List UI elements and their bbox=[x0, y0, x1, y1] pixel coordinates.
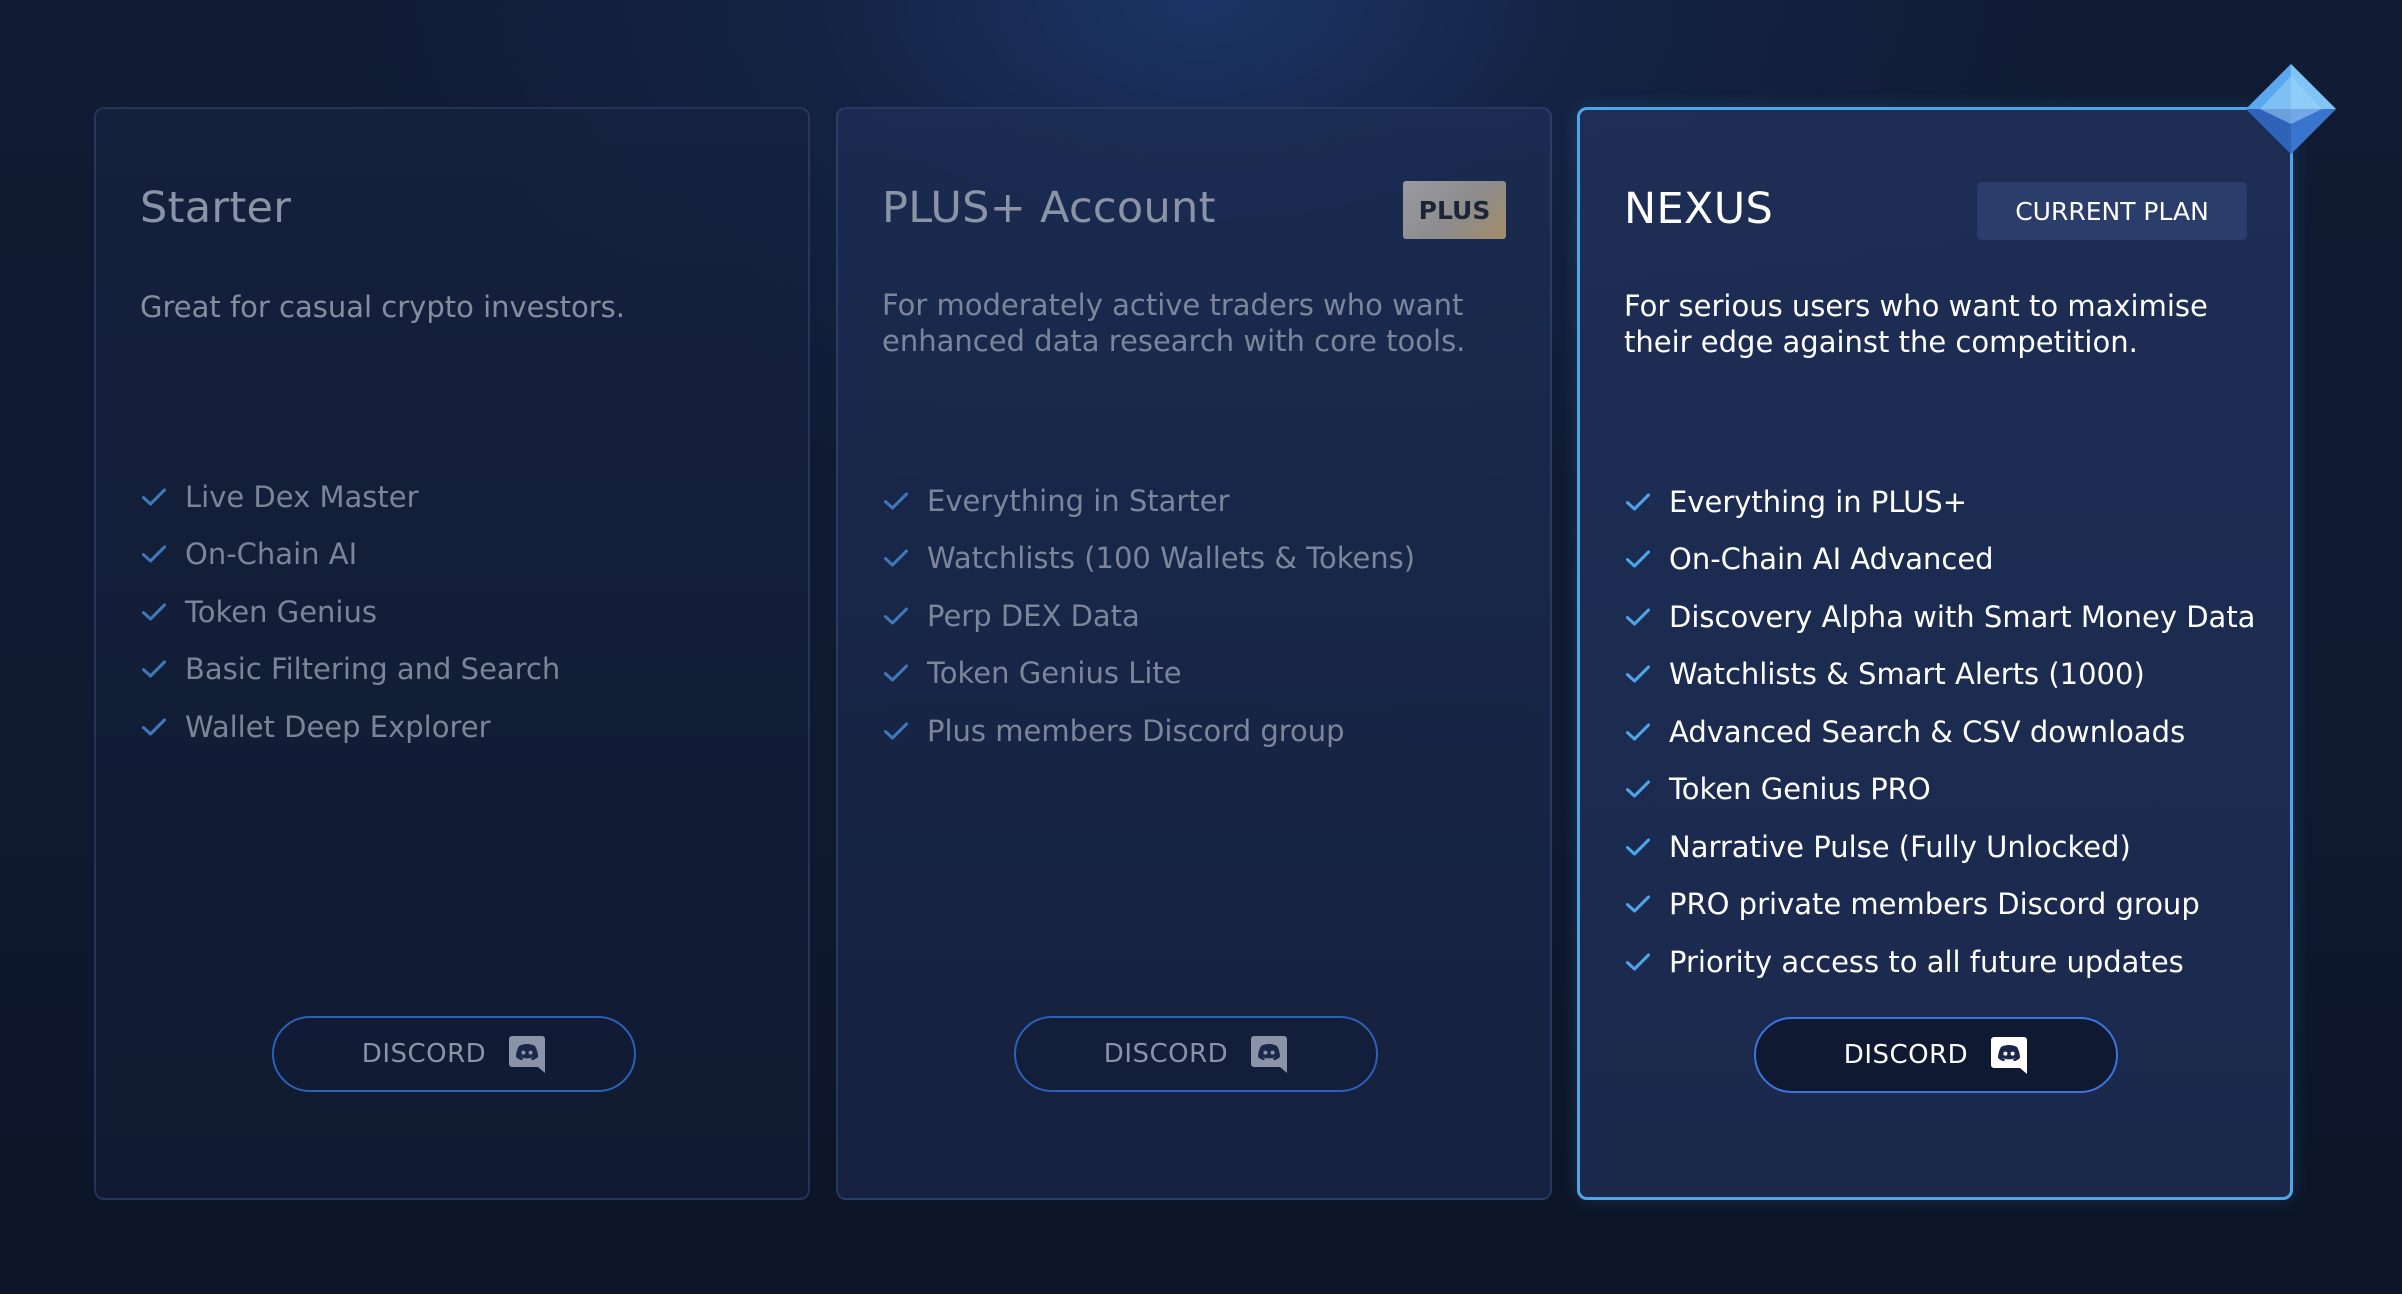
feature-item: On-Chain AI bbox=[140, 526, 560, 584]
feature-item: Advanced Search & CSV downloads bbox=[1624, 703, 2255, 761]
plan-card-plus: PLUS+ Account PLUS For moderately active… bbox=[836, 107, 1552, 1200]
feature-item: Token Genius PRO bbox=[1624, 761, 2255, 819]
check-icon bbox=[1625, 723, 1651, 741]
feature-label: Priority access to all future updates bbox=[1669, 944, 2184, 979]
feature-label: On-Chain AI bbox=[185, 537, 358, 572]
discord-button[interactable]: DISCORD bbox=[272, 1016, 636, 1092]
feature-item: Plus members Discord group bbox=[882, 702, 1415, 760]
feature-label: Narrative Pulse (Fully Unlocked) bbox=[1669, 829, 2131, 864]
discord-button[interactable]: DISCORD bbox=[1754, 1017, 2118, 1093]
feature-item: Live Dex Master bbox=[140, 468, 560, 526]
plan-card-starter: Starter Great for casual crypto investor… bbox=[94, 107, 810, 1200]
check-icon bbox=[883, 549, 909, 567]
check-icon bbox=[1625, 895, 1651, 913]
plan-title: Starter bbox=[140, 183, 292, 233]
discord-button-label: DISCORD bbox=[1843, 1040, 1969, 1070]
diamond-gem-icon bbox=[2246, 64, 2336, 154]
check-icon bbox=[1625, 550, 1651, 568]
check-icon bbox=[141, 718, 167, 736]
feature-label: Plus members Discord group bbox=[927, 713, 1345, 748]
plus-badge: PLUS bbox=[1403, 181, 1506, 239]
plan-title: PLUS+ Account bbox=[882, 183, 1216, 233]
feature-list: Live Dex Master On-Chain AI Token Genius… bbox=[140, 468, 560, 756]
feature-label: Watchlists & Smart Alerts (1000) bbox=[1669, 657, 2145, 692]
check-icon bbox=[883, 607, 909, 625]
feature-item: Everything in PLUS+ bbox=[1624, 473, 2255, 531]
plan-description: Great for casual crypto investors. bbox=[140, 290, 625, 324]
check-icon bbox=[1625, 780, 1651, 798]
check-icon bbox=[1625, 493, 1651, 511]
feature-item: On-Chain AI Advanced bbox=[1624, 531, 2255, 589]
feature-label: Wallet Deep Explorer bbox=[185, 709, 491, 744]
feature-label: Token Genius PRO bbox=[1669, 772, 1931, 807]
feature-item: Wallet Deep Explorer bbox=[140, 698, 560, 756]
feature-label: Everything in Starter bbox=[927, 483, 1230, 518]
feature-list: Everything in PLUS+ On-Chain AI Advanced… bbox=[1624, 473, 2255, 991]
check-icon bbox=[883, 492, 909, 510]
check-icon bbox=[141, 488, 167, 506]
feature-item: Watchlists (100 Wallets & Tokens) bbox=[882, 530, 1415, 588]
discord-icon bbox=[509, 1036, 546, 1073]
check-icon bbox=[141, 603, 167, 621]
feature-label: Token Genius bbox=[185, 594, 377, 629]
feature-label: Watchlists (100 Wallets & Tokens) bbox=[927, 541, 1416, 576]
discord-icon bbox=[1251, 1036, 1288, 1073]
feature-label: Token Genius Lite bbox=[927, 656, 1182, 691]
feature-item: Watchlists & Smart Alerts (1000) bbox=[1624, 646, 2255, 704]
check-icon bbox=[141, 660, 167, 678]
feature-item: Discovery Alpha with Smart Money Data bbox=[1624, 588, 2255, 646]
feature-item: Perp DEX Data bbox=[882, 587, 1415, 645]
plan-description: For moderately active traders who want e… bbox=[882, 288, 1466, 358]
feature-label: Perp DEX Data bbox=[927, 598, 1140, 633]
discord-button[interactable]: DISCORD bbox=[1014, 1016, 1378, 1092]
discord-button-label: DISCORD bbox=[361, 1039, 487, 1069]
feature-label: Everything in PLUS+ bbox=[1669, 484, 1968, 519]
check-icon bbox=[883, 664, 909, 682]
check-icon bbox=[1625, 665, 1651, 683]
check-icon bbox=[1625, 953, 1651, 971]
check-icon bbox=[1625, 838, 1651, 856]
plan-card-nexus: NEXUS CURRENT PLAN For serious users who… bbox=[1577, 107, 2293, 1200]
discord-icon bbox=[1991, 1037, 2028, 1074]
check-icon bbox=[883, 722, 909, 740]
current-plan-badge: CURRENT PLAN bbox=[1977, 182, 2247, 240]
feature-list: Everything in Starter Watchlists (100 Wa… bbox=[882, 472, 1415, 760]
check-icon bbox=[141, 545, 167, 563]
plan-description: For serious users who want to maximise t… bbox=[1624, 289, 2208, 359]
feature-item: Basic Filtering and Search bbox=[140, 641, 560, 699]
plan-title: NEXUS bbox=[1624, 184, 1774, 234]
feature-item: PRO private members Discord group bbox=[1624, 876, 2255, 934]
feature-item: Everything in Starter bbox=[882, 472, 1415, 530]
feature-item: Token Genius bbox=[140, 583, 560, 641]
feature-label: Advanced Search & CSV downloads bbox=[1669, 714, 2186, 749]
feature-label: Live Dex Master bbox=[185, 479, 419, 514]
feature-item: Narrative Pulse (Fully Unlocked) bbox=[1624, 818, 2255, 876]
feature-label: On-Chain AI Advanced bbox=[1669, 542, 1994, 577]
feature-item: Priority access to all future updates bbox=[1624, 933, 2255, 991]
discord-button-label: DISCORD bbox=[1103, 1039, 1229, 1069]
feature-label: PRO private members Discord group bbox=[1669, 887, 2200, 922]
feature-label: Basic Filtering and Search bbox=[185, 652, 561, 687]
check-icon bbox=[1625, 608, 1651, 626]
feature-label: Discovery Alpha with Smart Money Data bbox=[1669, 599, 2256, 634]
feature-item: Token Genius Lite bbox=[882, 645, 1415, 703]
